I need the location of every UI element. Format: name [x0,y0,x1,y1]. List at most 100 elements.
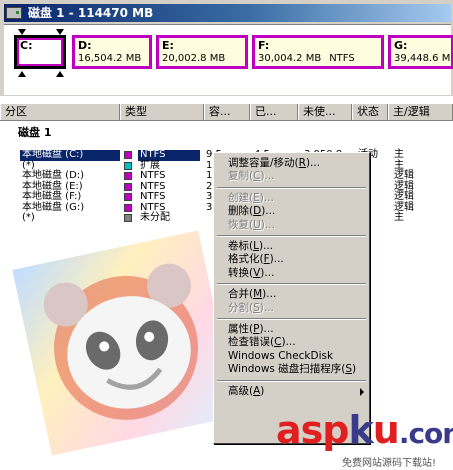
partition-block-f[interactable]: F: 30,004.2 MB NTFS [252,35,384,69]
hard-disk-icon [6,7,22,19]
menu-item[interactable]: 分割(S)... [228,302,358,315]
partition-primary-logical: 逻辑 [394,170,414,181]
partition-size: 16,504.2 MB [78,53,142,64]
partition-type: NTFS [140,191,166,202]
column-header-type[interactable]: 类型 [120,104,204,120]
menu-item-label: Windows 磁盘扫描程序( [228,363,346,376]
partition-name: 本地磁盘 (D:) [22,170,85,181]
partition-name: (*) [22,212,35,223]
partition-map: C: D: 16,504.2 MB E: 20,002.8 MB F: 30,0… [4,24,453,95]
menu-item-accelerator: U [253,218,261,231]
partition-type: NTFS [138,149,200,161]
menu-item-suffix: )... [261,205,276,218]
menu-item-label: 恢复( [228,218,254,231]
menu-separator [217,186,366,189]
partition-letter: F: [258,39,270,52]
menu-separator [217,235,366,237]
menu-item-suffix: )... [260,170,275,183]
menu-item-label: 创建( [228,191,254,204]
partition-block-d[interactable]: D: 16,504.2 MB [72,35,152,69]
selection-marker-icon [56,71,64,77]
list-header: 分区 类型 容... 已... 未使... 状态 主/逻辑 [0,104,453,121]
menu-item[interactable]: 创建(E)... [228,192,358,205]
menu-item-suffix: )... [305,157,321,169]
partition-color-swatch-icon [124,151,132,159]
menu-item-suffix: ) [351,363,357,376]
menu-item-suffix: )... [269,253,284,266]
menu-item-suffix: )... [260,266,275,279]
menu-item[interactable]: 复制(C)... [228,170,358,183]
partition-letter: G: [394,39,408,52]
menu-item[interactable]: 合并(M)... [228,288,358,301]
menu-item-accelerator: D [253,205,262,218]
menu-item-accelerator: S [345,363,352,376]
menu-item[interactable]: 删除(D)... [228,205,358,218]
menu-item[interactable]: 调整容量/移动(R)... [228,157,358,170]
partition-type: NTFS [140,170,166,181]
partition-color-swatch-icon [124,182,132,191]
disk-map-panel: 磁盘 1 - 114470 MB C: D: 16,504.2 MB E: 20… [0,0,453,96]
partition-primary-logical: 主 [394,149,404,160]
partition-block-c[interactable]: C: [14,35,66,69]
partition-color-swatch-icon [124,214,132,222]
partition-size: 30,004.2 MB [258,53,322,64]
menu-item-label: 调整容量/移动( [228,157,299,169]
partition-primary-logical: 逻辑 [394,191,414,202]
menu-item-accelerator: R [298,157,306,169]
partition-letter: D: [78,39,92,52]
menu-item[interactable]: 转换(V)... [228,267,358,280]
menu-item[interactable]: Windows 磁盘扫描程序(S) [228,363,358,376]
partition-color-swatch-icon [124,203,132,212]
partition-primary-logical: 主 [394,212,404,223]
column-header-capacity[interactable]: 容... [204,104,250,120]
column-header-unused[interactable]: 未使... [298,104,352,120]
partition-size: 20,002.8 MB [162,53,226,64]
aspku-logo-text: aspku.com [276,408,453,452]
aspku-logo: aspku.com 免费网站源码下载站! [276,408,453,470]
menu-item[interactable]: 恢复(U)... [228,219,358,232]
partition-block-e[interactable]: E: 20,002.8 MB [156,35,248,69]
partition-color-swatch-icon [124,161,132,170]
partition-letter: E: [162,39,174,52]
partition-name: 本地磁盘 (G:) [22,201,85,213]
menu-item-label: 复制( [228,170,254,183]
menu-item-label: 合并( [228,288,254,301]
menu-item[interactable]: 格式化(F)... [228,253,358,266]
menu-item-label: 格式化( [228,253,264,266]
menu-item-suffix: )... [258,240,274,252]
menu-item-label: 转换( [228,266,254,279]
menu-separator [217,283,366,286]
menu-separator [217,318,366,320]
partition-block-g[interactable]: G: 39,448.6 MB [388,35,453,69]
menu-item-label: 属性( [228,323,254,335]
menu-item[interactable]: 检查错误(C)... [228,336,358,349]
menu-item-label: 删除( [228,205,254,218]
column-header-primary-logical[interactable]: 主/逻辑 [388,104,453,120]
menu-item-label: 卷标( [228,240,254,252]
partition-color-swatch-icon [124,193,132,201]
column-header-used[interactable]: 已... [250,104,298,120]
disk-group-label: 磁盘 1 [18,126,52,139]
menu-item[interactable]: 属性(P)... [228,323,358,336]
menu-item-label: Windows CheckDisk [228,349,334,362]
partition-name: 本地磁盘 (C:) [20,149,120,161]
column-header-status[interactable]: 状态 [352,104,388,120]
column-header-partition[interactable]: 分区 [0,104,120,120]
partition-size: 39,448.6 MB [394,53,453,64]
menu-item-suffix: )... [259,323,274,335]
partition-context-menu: 调整容量/移动(R)... 复制(C)... 创建(E)... 删除(D)... 恢复(… [213,152,370,444]
menu-item-suffix: )... [260,218,275,231]
disk-title: 磁盘 1 - 114470 MB [28,6,154,20]
menu-item[interactable]: 卷标(L)... [228,240,358,253]
partition-type: 未分配 [140,212,170,223]
menu-item[interactable]: 高级(A) [228,385,364,398]
menu-item-suffix: )... [262,288,277,301]
aspku-tagline: 免费网站源码下载站! [342,458,437,469]
menu-item-label: 分割( [228,301,254,314]
menu-item-accelerator: S [253,301,260,314]
menu-item-accelerator: M [253,288,263,301]
partition-letter: C: [20,39,33,52]
menu-item[interactable]: Windows CheckDisk [228,350,358,363]
partition-fs: NTFS [329,53,355,64]
menu-item-accelerator: E [253,191,260,204]
